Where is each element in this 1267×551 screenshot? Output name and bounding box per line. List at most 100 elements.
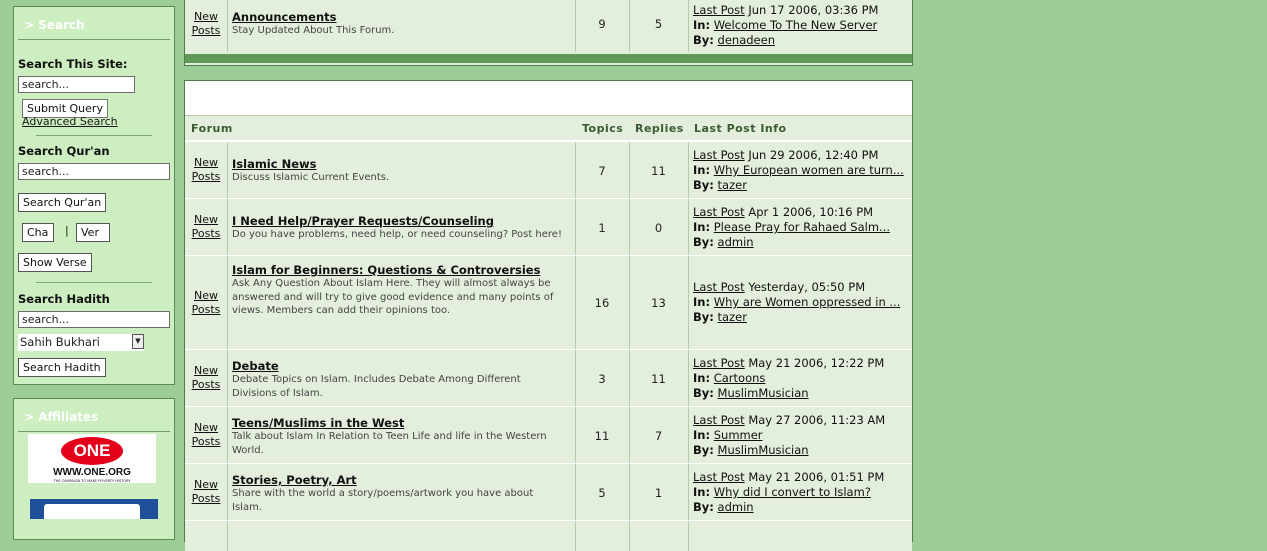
replies-count: 1 <box>654 486 663 500</box>
last-post-user-link[interactable]: tazer <box>718 310 747 324</box>
in-label: In: <box>693 18 711 32</box>
topics-count: 16 <box>594 296 610 310</box>
by-label: By: <box>693 386 714 400</box>
forum-description: Talk about Islam In Relation to Teen Lif… <box>232 431 547 456</box>
forum-title-link[interactable]: Islamic News <box>232 157 316 171</box>
last-post-link[interactable]: Last Post <box>693 470 745 484</box>
new-posts-link[interactable]: New Posts <box>185 213 227 241</box>
forum-row: New Posts Debate Debate Topics on Islam. … <box>185 349 912 406</box>
last-post-topic-link[interactable]: Welcome To The New Server <box>714 18 878 32</box>
last-post-info: Last Post May 27 2006, 11:23 AM In: Summ… <box>693 413 909 458</box>
search-site-label: Search This Site: <box>18 57 128 71</box>
new-posts-link[interactable]: New Posts <box>185 289 227 317</box>
forum-row: New Posts I Need Help/Prayer Requests/Cou… <box>185 198 912 255</box>
forum-row-announcements: New Posts Announcements Stay Updated Abo… <box>185 0 912 52</box>
search-hadith-button[interactable]: Search Hadith <box>18 358 106 377</box>
affiliate-banner-inner <box>44 504 140 519</box>
last-post-topic-link[interactable]: Cartoons <box>714 371 766 385</box>
divider <box>36 282 152 283</box>
search-quran-label: Search Qur'an <box>18 144 110 158</box>
topics-count: 9 <box>598 17 606 31</box>
last-post-info: Last Post Jun 29 2006, 12:40 PM In: Why … <box>693 148 909 193</box>
in-label: In: <box>693 485 711 499</box>
chevron-down-icon[interactable]: ▼ <box>132 334 144 349</box>
col-header-replies: Replies <box>635 122 684 135</box>
forum-title-link[interactable]: Stories, Poetry, Art <box>232 473 357 487</box>
advanced-search-link[interactable]: Advanced Search <box>22 115 118 128</box>
by-label: By: <box>693 500 714 514</box>
one-campaign-logo[interactable]: ONE WWW.ONE.ORG THE CAMPAIGN TO MAKE POV… <box>28 434 156 483</box>
search-site-input[interactable]: search... <box>18 76 135 93</box>
last-post-topic-link[interactable]: Why did I convert to Islam? <box>714 485 871 499</box>
in-label: In: <box>693 220 711 234</box>
chapter-input[interactable]: Cha <box>22 223 54 242</box>
forum-description: Stay Updated About This Forum. <box>232 25 395 36</box>
last-post-user-link[interactable]: tazer <box>718 178 747 192</box>
forum-table-header: Forum Topics Replies Last Post Info <box>185 115 912 140</box>
one-logo-url: WWW.ONE.ORG <box>53 467 131 478</box>
last-post-user-link[interactable]: MuslimMusician <box>718 443 809 457</box>
by-label: By: <box>693 443 714 457</box>
by-label: By: <box>693 310 714 324</box>
new-posts-link[interactable]: New Posts <box>185 10 227 38</box>
last-post-topic-link[interactable]: Why European women are turn... <box>714 163 904 177</box>
show-verse-button[interactable]: Show Verse <box>18 253 92 272</box>
last-post-date: May 21 2006, 01:51 PM <box>748 470 885 484</box>
last-post-info: Last Post Yesterday, 05:50 PM In: Why ar… <box>693 280 909 325</box>
last-post-topic-link[interactable]: Summer <box>714 428 763 442</box>
forum-title-link[interactable]: Teens/Muslims in the West <box>232 416 404 430</box>
forum-description: Ask Any Question About Islam Here. They … <box>232 278 554 316</box>
search-quran-input[interactable]: search... <box>18 163 170 180</box>
forum-row: New Posts Teens/Muslims in the West Talk … <box>185 406 912 463</box>
affiliates-box: > Affiliates ONE WWW.ONE.ORG THE CAMPAIG… <box>13 398 175 540</box>
last-post-user-link[interactable]: admin <box>718 500 754 514</box>
forum-row: New Posts Stories, Poetry, Art Share with… <box>185 463 912 520</box>
last-post-link[interactable]: Last Post <box>693 3 745 17</box>
in-label: In: <box>693 428 711 442</box>
new-posts-link[interactable]: New Posts <box>185 364 227 392</box>
in-label: In: <box>693 295 711 309</box>
forum-title-link[interactable]: I Need Help/Prayer Requests/Counseling <box>232 214 494 228</box>
topics-count: 3 <box>598 372 606 386</box>
divider <box>36 135 152 136</box>
affiliate-banner[interactable] <box>30 499 158 519</box>
col-header-topics: Topics <box>582 122 624 135</box>
last-post-date: Jun 29 2006, 12:40 PM <box>748 148 879 162</box>
in-label: In: <box>693 163 711 177</box>
last-post-user-link[interactable]: denadeen <box>718 33 775 47</box>
last-post-link[interactable]: Last Post <box>693 148 745 162</box>
last-post-date: Yesterday, 05:50 PM <box>748 280 866 294</box>
search-hadith-input[interactable]: search... <box>18 311 170 328</box>
last-post-link[interactable]: Last Post <box>693 413 745 427</box>
last-post-user-link[interactable]: MuslimMusician <box>718 386 809 400</box>
forum-title-link[interactable]: Islam for Beginners: Questions & Controv… <box>232 263 540 277</box>
last-post-topic-link[interactable]: Please Pray for Rahaed Salm... <box>714 220 890 234</box>
last-post-info: Last Post May 21 2006, 12:22 PM In: Cart… <box>693 356 909 401</box>
new-posts-link[interactable]: New Posts <box>185 478 227 506</box>
hadith-collection-select[interactable]: Sahih Bukhari ▼ <box>18 334 144 351</box>
new-posts-link[interactable]: New Posts <box>185 156 227 184</box>
search-hadith-label: Search Hadith <box>18 292 110 306</box>
last-post-link[interactable]: Last Post <box>693 280 745 294</box>
last-post-user-link[interactable]: admin <box>718 235 754 249</box>
new-posts-link[interactable]: New Posts <box>185 421 227 449</box>
chapter-verse-separator: | <box>65 224 69 237</box>
replies-count: 11 <box>651 372 666 386</box>
search-quran-button[interactable]: Search Qur'an <box>18 193 107 212</box>
forum-title-link[interactable]: Debate <box>232 359 279 373</box>
topics-count: 5 <box>598 486 606 500</box>
replies-count: 7 <box>654 429 663 443</box>
forum-description: Share with the world a story/poems/artwo… <box>232 488 534 513</box>
topics-count: 11 <box>594 429 610 443</box>
last-post-link[interactable]: Last Post <box>693 205 745 219</box>
topics-count: 7 <box>598 164 606 178</box>
one-logo-tagline: THE CAMPAIGN TO MAKE POVERTY HISTORY <box>53 479 131 483</box>
last-post-link[interactable]: Last Post <box>693 356 745 370</box>
hadith-collection-value: Sahih Bukhari <box>20 335 100 349</box>
last-post-date: May 21 2006, 12:22 PM <box>748 356 885 370</box>
replies-count: 13 <box>651 296 666 310</box>
last-post-topic-link[interactable]: Why are Women oppressed in ... <box>714 295 901 309</box>
last-post-date: May 27 2006, 11:23 AM <box>748 413 886 427</box>
forum-title-link[interactable]: Announcements <box>232 10 336 24</box>
verse-input[interactable]: Ver <box>76 223 110 242</box>
